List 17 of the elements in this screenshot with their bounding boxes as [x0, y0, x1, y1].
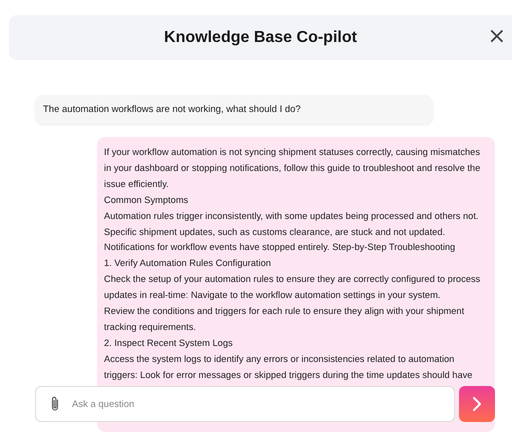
message-text: Check the setup of your automation rules to ensure they are correctly configured to process updates in real-time: Navigate to the workflow automation settings in your system.	[104, 273, 482, 302]
message-text: Specific shipment updates, such as customs clearance, are stuck and not updated.	[104, 226, 446, 239]
message-text: Review the conditions and triggers for each rule to ensure they align with your shipment tracking requirements.	[104, 305, 466, 334]
window-title: Knowledge Base Co-pilot	[164, 28, 357, 46]
close-button[interactable]: ×	[486, 25, 508, 49]
message-text: Access the system logs to identify any errors or inconsistencies related to automation triggers: Look for error messages or skipped triggers during the time updates should have	[104, 352, 474, 382]
message-text: The automation workflows are not working, what should I do?	[43, 103, 302, 116]
send-button[interactable]	[459, 386, 495, 422]
message-text: Notifications for workflow events have stopped entirely. Step-by-Step Troubleshooting	[104, 241, 456, 254]
chevron-right-icon	[472, 396, 482, 412]
message-text: 2. Inspect Recent System Logs	[104, 336, 234, 350]
message-text: Common Symptoms	[104, 194, 190, 207]
message-text: Automation rules trigger inconsistently, with some updates being processed and others not.	[104, 210, 480, 223]
message-text: If your workflow automation is not syncing shipment statuses correctly, causing mismatches in your dashboard or stopping notifications, follow this guide to troubleshoot and resolve the issue efficiently.	[104, 146, 482, 191]
paperclip-icon[interactable]	[50, 396, 60, 412]
message-text: 1. Verify Automation Rules Configuration	[104, 257, 272, 270]
question-input-field[interactable]: Ask a question	[35, 386, 455, 422]
